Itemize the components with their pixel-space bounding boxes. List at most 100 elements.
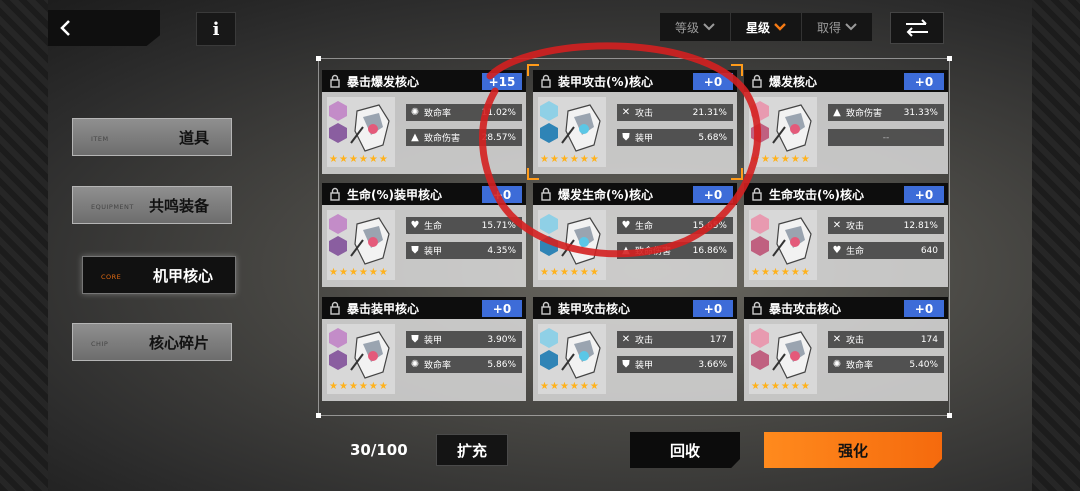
sort-by-level[interactable]: 等级 <box>660 13 730 41</box>
lock-icon[interactable] <box>539 301 553 315</box>
slot-hex-icon <box>751 350 769 370</box>
frame-corner <box>316 413 321 418</box>
recycle-button[interactable]: 回收 <box>630 432 740 468</box>
stat-value: 5.68% <box>698 132 727 143</box>
stat-value: 3.90% <box>487 334 516 345</box>
crit-damage-icon: ▲ <box>622 245 630 256</box>
level-badge: +0 <box>482 186 522 203</box>
core-name: 暴击爆发核心 <box>347 74 420 89</box>
star-icon: ★ <box>549 154 559 165</box>
level-badge: +0 <box>904 300 944 317</box>
star-icon: ★ <box>540 381 549 392</box>
stat-row: ✕ 攻击 177 <box>617 331 733 348</box>
sort-by-star[interactable]: 星级 <box>730 13 802 41</box>
star-icon: ★ <box>579 381 589 392</box>
star-icon: ★ <box>569 154 579 165</box>
nav-label: 共鸣装备 <box>148 196 209 215</box>
attack-icon: ✕ <box>832 334 842 345</box>
frame-corner <box>316 56 321 61</box>
lock-icon[interactable] <box>328 301 342 315</box>
star-icon: ★ <box>790 154 800 165</box>
card-header: 爆发核心 +0 <box>744 70 948 92</box>
slot-hex-icon <box>329 214 347 234</box>
star-icon: ★ <box>589 154 599 165</box>
stat-row: ▲ 致命伤害 16.86% <box>617 242 733 259</box>
core-name: 装甲攻击核心 <box>558 301 631 316</box>
core-card[interactable]: 暴击装甲核心 +0 ★ ★ ★ ★ ★ ★ ⛊ 装甲 3.90% ✺ 致命率 5.86% <box>322 297 526 401</box>
star-icon: ★ <box>569 381 579 392</box>
core-card[interactable]: 暴击攻击核心 +0 ★ ★ ★ ★ ★ ★ ✕ 攻击 174 ✺ 致命率 5.40% <box>744 297 948 401</box>
enhance-button[interactable]: 强化 <box>764 432 942 468</box>
star-icon: ★ <box>329 267 338 278</box>
stat-value: 5.86% <box>487 359 516 370</box>
stat-value: 15.65% <box>692 220 727 231</box>
expand-button[interactable]: 扩充 <box>436 434 508 466</box>
star-icon: ★ <box>358 381 368 392</box>
core-name: 生命(%)装甲核心 <box>347 187 442 202</box>
stat-name: 攻击 <box>635 109 654 119</box>
star-icon: ★ <box>770 154 780 165</box>
lock-icon[interactable] <box>750 187 764 201</box>
core-card[interactable]: 暴击爆发核心 +15 ★ ★ ★ ★ ★ ★ ✺ 致命率 11.02% ▲ 致命伤害 28.57% <box>322 70 526 174</box>
armor-icon: ⛊ <box>411 334 419 345</box>
star-icon: ★ <box>338 267 348 278</box>
stat-row: ✕ 攻击 21.31% <box>617 104 733 121</box>
attack-icon: ✕ <box>621 334 631 345</box>
star-icon: ★ <box>569 267 579 278</box>
lock-icon[interactable] <box>539 74 553 88</box>
stat-name: 攻击 <box>846 222 865 232</box>
nav-tab-chip[interactable]: CHIP 核心碎片 <box>72 323 232 361</box>
stat-name: 致命伤害 <box>846 109 883 119</box>
stat-name: 装甲 <box>635 134 654 144</box>
star-icon: ★ <box>540 154 549 165</box>
info-button[interactable]: i <box>196 12 236 46</box>
star-icon: ★ <box>549 267 559 278</box>
armor-icon: ⛊ <box>622 359 630 370</box>
nav-tab-core[interactable]: CORE 机甲核心 <box>82 256 236 294</box>
stat-row: ⛊ 装甲 5.68% <box>617 129 733 146</box>
star-icon: ★ <box>760 154 770 165</box>
slot-hex-icon <box>329 350 347 370</box>
core-card[interactable]: 爆发生命(%)核心 +0 ★ ★ ★ ★ ★ ★ ♥ 生命 15.65% ▲ 致命伤害 16.86% <box>533 183 737 287</box>
card-header: 生命(%)装甲核心 +0 <box>322 183 526 205</box>
lock-icon[interactable] <box>539 187 553 201</box>
back-button[interactable] <box>48 10 160 46</box>
stat-row: ⛊ 装甲 3.66% <box>617 356 733 373</box>
star-icon: ★ <box>790 267 800 278</box>
star-icon: ★ <box>559 154 569 165</box>
lock-icon[interactable] <box>750 74 764 88</box>
star-icon: ★ <box>378 154 388 165</box>
stat-name: 致命率 <box>846 361 874 371</box>
star-rating: ★ ★ ★ ★ ★ ★ <box>329 268 388 278</box>
nav-tab-equipment[interactable]: EQUIPMENT 共鸣装备 <box>72 186 232 224</box>
card-header: 生命攻击(%)核心 +0 <box>744 183 948 205</box>
sort-by-acquired[interactable]: 取得 <box>802 13 872 41</box>
core-card[interactable]: 生命(%)装甲核心 +0 ★ ★ ★ ★ ★ ★ ♥ 生命 15.71% ⛊ 装甲 4.35% <box>322 183 526 287</box>
sort-order-toggle-button[interactable] <box>890 12 944 44</box>
card-header: 爆发生命(%)核心 +0 <box>533 183 737 205</box>
lock-icon[interactable] <box>328 187 342 201</box>
core-card[interactable]: 爆发核心 +0 ★ ★ ★ ★ ★ ★ ▲ 致命伤害 31.33% -- <box>744 70 948 174</box>
core-card[interactable]: 生命攻击(%)核心 +0 ★ ★ ★ ★ ★ ★ ✕ 攻击 12.81% ♥ 生命 640 <box>744 183 948 287</box>
star-icon: ★ <box>800 267 810 278</box>
sort-label: 等级 <box>674 20 699 35</box>
core-card[interactable]: 装甲攻击核心 +0 ★ ★ ★ ★ ★ ★ ✕ 攻击 177 ⛊ 装甲 3.66% <box>533 297 737 401</box>
star-icon: ★ <box>780 154 790 165</box>
left-border-pattern <box>0 0 48 491</box>
inventory-capacity: 30/100 <box>350 441 408 459</box>
lock-icon[interactable] <box>328 74 342 88</box>
stat-empty: -- <box>882 132 890 143</box>
hp-icon: ♥ <box>410 220 420 231</box>
core-thumbnail: ★ ★ ★ ★ ★ ★ <box>749 210 817 280</box>
star-icon: ★ <box>800 154 810 165</box>
core-card[interactable]: 装甲攻击(%)核心 +0 ★ ★ ★ ★ ★ ★ ✕ 攻击 21.31% ⛊ 装甲 5.68% <box>527 64 743 180</box>
stat-value: 15.71% <box>481 220 516 231</box>
star-icon: ★ <box>559 381 569 392</box>
star-icon: ★ <box>760 381 770 392</box>
star-icon: ★ <box>348 154 358 165</box>
hp-icon: ♥ <box>621 220 631 231</box>
nav-tab-item[interactable]: ITEM 道具 <box>72 118 232 156</box>
armor-icon: ⛊ <box>411 245 419 256</box>
lock-icon[interactable] <box>750 301 764 315</box>
star-icon: ★ <box>751 154 760 165</box>
